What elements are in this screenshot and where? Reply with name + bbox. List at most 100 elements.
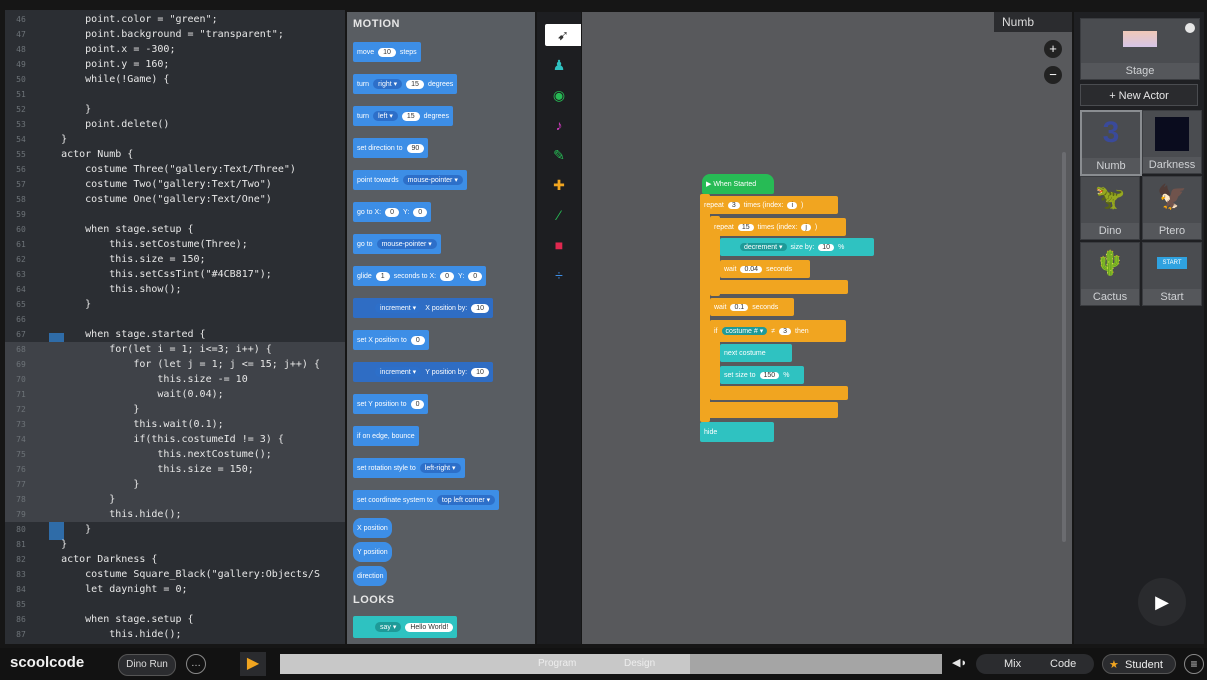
toolbar-play-button[interactable]: ▶ — [240, 652, 266, 676]
program-tab[interactable]: Program — [538, 658, 576, 669]
actor-ptero[interactable]: 🦅 Ptero — [1142, 176, 1202, 240]
change-y-block[interactable]: increment ▾ Y position by: 10 — [353, 362, 493, 382]
stage-settings-icon[interactable] — [1185, 23, 1195, 33]
operators-category-icon[interactable]: ⁄ — [547, 204, 571, 226]
code-line[interactable]: 78 } — [5, 492, 345, 507]
code-line[interactable]: 62 this.size = 150; — [5, 252, 345, 267]
turn-right-block[interactable]: turn right ▾ 15 degrees — [353, 74, 458, 94]
code-line[interactable]: 51 — [5, 87, 345, 102]
repeat-3-block[interactable]: repeat 3 times (index: i ) — [700, 196, 838, 214]
direction-reporter[interactable]: direction — [353, 566, 388, 586]
code-line[interactable]: 84 let daynight = 0; — [5, 582, 345, 597]
wait-01-block[interactable]: wait 0.1 seconds — [710, 298, 794, 316]
actor-darkness[interactable]: Darkness — [1142, 110, 1202, 174]
motion-category-icon[interactable]: ➹ — [545, 24, 581, 46]
code-line[interactable]: 74 if(this.costumeId != 3) { — [5, 432, 345, 447]
code-line[interactable]: 56 costume Three("gallery:Text/Three") — [5, 162, 345, 177]
menu-icon[interactable]: ≡ — [1184, 654, 1204, 674]
y-position-reporter[interactable]: Y position — [353, 542, 392, 562]
looks-category-icon[interactable]: ♟ — [547, 54, 571, 76]
code-line[interactable]: 86 when stage.setup { — [5, 612, 345, 627]
code-line[interactable]: 48 point.x = -300; — [5, 42, 345, 57]
code-line[interactable]: 73 this.wait(0.1); — [5, 417, 345, 432]
code-line[interactable]: 63 this.setCssTint("#4CB817"); — [5, 267, 345, 282]
code-line[interactable]: 70 this.size -= 10 — [5, 372, 345, 387]
code-line[interactable]: 80 } — [5, 522, 345, 537]
more-options-button[interactable]: … — [186, 654, 206, 674]
code-line[interactable]: 49 point.y = 160; — [5, 57, 345, 72]
set-size-block[interactable]: set size to 150 % — [720, 366, 804, 384]
code-line[interactable]: 72 } — [5, 402, 345, 417]
code-line[interactable]: 67 when stage.started { — [5, 327, 345, 342]
actor-cactus[interactable]: 🌵 Cactus — [1080, 242, 1140, 306]
block-palette[interactable]: MOTION move 10 steps turn right ▾ 15 deg… — [347, 12, 535, 644]
set-y-block[interactable]: set Y position to 0 — [353, 394, 429, 414]
design-tab[interactable]: Design — [624, 658, 655, 669]
sound-toggle-icon[interactable]: ◀◗ — [952, 656, 967, 669]
turn-left-block[interactable]: turn left ▾ 15 degrees — [353, 106, 453, 126]
code-line[interactable]: 82 actor Darkness { — [5, 552, 345, 567]
script-area[interactable]: Numb + − ▶ When Started repeat 3 times (… — [582, 12, 1072, 644]
control-category-icon[interactable]: ✚ — [547, 174, 571, 196]
stage-thumbnail[interactable]: Stage — [1080, 18, 1200, 80]
bounce-block[interactable]: if on edge, bounce — [353, 426, 419, 446]
code-line[interactable]: 66 — [5, 312, 345, 327]
code-line[interactable]: 55 actor Numb { — [5, 147, 345, 162]
code-line[interactable]: 87 this.hide(); — [5, 627, 345, 642]
code-line[interactable]: 71 wait(0.04); — [5, 387, 345, 402]
goto-xy-block[interactable]: go to X: 0 Y: 0 — [353, 202, 432, 222]
actor-start[interactable]: START Start — [1142, 242, 1202, 306]
code-line[interactable]: 59 — [5, 207, 345, 222]
goto-block[interactable]: go to mouse-pointer ▾ — [353, 234, 441, 254]
set-x-block[interactable]: set X position to 0 — [353, 330, 429, 350]
code-line[interactable]: 46 point.color = "green"; — [5, 12, 345, 27]
zoom-out-button[interactable]: − — [1044, 66, 1062, 84]
code-line[interactable]: 69 for (let j = 1; j <= 15; j++) { — [5, 357, 345, 372]
glide-block[interactable]: glide 1 seconds to X: 0 Y: 0 — [353, 266, 487, 286]
events-category-icon[interactable]: ◉ — [547, 84, 571, 106]
when-started-hat-block[interactable]: ▶ When Started — [702, 174, 774, 194]
change-size-block[interactable]: decrement ▾ size by: 10 % — [720, 238, 874, 256]
code-line[interactable]: 58 costume One("gallery:Text/One") — [5, 192, 345, 207]
move-block[interactable]: move 10 steps — [353, 42, 421, 62]
code-line[interactable]: 50 while(!Game) { — [5, 72, 345, 87]
hide-block[interactable]: hide — [700, 422, 774, 442]
code-line[interactable]: 68 for(let i = 1; i<=3; i++) { — [5, 342, 345, 357]
code-line[interactable]: 57 costume Two("gallery:Text/Two") — [5, 177, 345, 192]
actor-numb[interactable]: 3 Numb — [1080, 110, 1142, 176]
code-line[interactable]: 77 } — [5, 477, 345, 492]
actor-dino[interactable]: 🦖 Dino — [1080, 176, 1140, 240]
script-scrollbar[interactable] — [1062, 152, 1066, 542]
say-block[interactable]: say ▾ Hello World! — [353, 616, 458, 638]
code-line[interactable]: 81 } — [5, 537, 345, 552]
repeat-15-block[interactable]: repeat 15 times (index: j ) — [710, 218, 846, 236]
code-line[interactable]: 76 this.size = 150; — [5, 462, 345, 477]
code-line[interactable]: 65 } — [5, 297, 345, 312]
math-category-icon[interactable]: ÷ — [547, 264, 571, 286]
code-line[interactable]: 75 this.nextCostume(); — [5, 447, 345, 462]
code-line[interactable]: 64 this.show(); — [5, 282, 345, 297]
mode-switch[interactable]: Mix Code — [976, 654, 1094, 674]
project-name-button[interactable]: Dino Run — [118, 654, 176, 676]
rotation-style-block[interactable]: set rotation style to left-right ▾ — [353, 458, 465, 478]
code-line[interactable]: 60 when stage.setup { — [5, 222, 345, 237]
x-position-reporter[interactable]: X position — [353, 518, 392, 538]
code-line[interactable]: 47 point.background = "transparent"; — [5, 27, 345, 42]
code-line[interactable]: 85 — [5, 597, 345, 612]
code-editor[interactable]: 46 point.color = "green"; 47 point.backgr… — [5, 10, 345, 644]
code-mode[interactable]: Code — [1050, 658, 1076, 670]
coordinate-system-block[interactable]: set coordinate system to top left corner… — [353, 490, 500, 510]
code-line[interactable]: 83 costume Square_Black("gallery:Objects… — [5, 567, 345, 582]
code-line[interactable]: 79 this.hide(); — [5, 507, 345, 522]
if-block[interactable]: if costume # ▾ ≠ 3 then — [710, 320, 846, 342]
code-line[interactable]: 53 point.delete() — [5, 117, 345, 132]
mix-mode[interactable]: Mix — [1004, 658, 1021, 670]
sound-category-icon[interactable]: ♪ — [547, 114, 571, 136]
run-play-button[interactable]: ▶ — [1138, 578, 1186, 626]
zoom-in-button[interactable]: + — [1044, 40, 1062, 58]
change-x-block[interactable]: increment ▾ X position by: 10 — [353, 298, 494, 318]
wait-004-block[interactable]: wait 0.04 seconds — [720, 260, 810, 278]
new-actor-button[interactable]: + New Actor — [1080, 84, 1198, 106]
code-line[interactable]: 54 } — [5, 132, 345, 147]
set-direction-block[interactable]: set direction to 90 — [353, 138, 429, 158]
